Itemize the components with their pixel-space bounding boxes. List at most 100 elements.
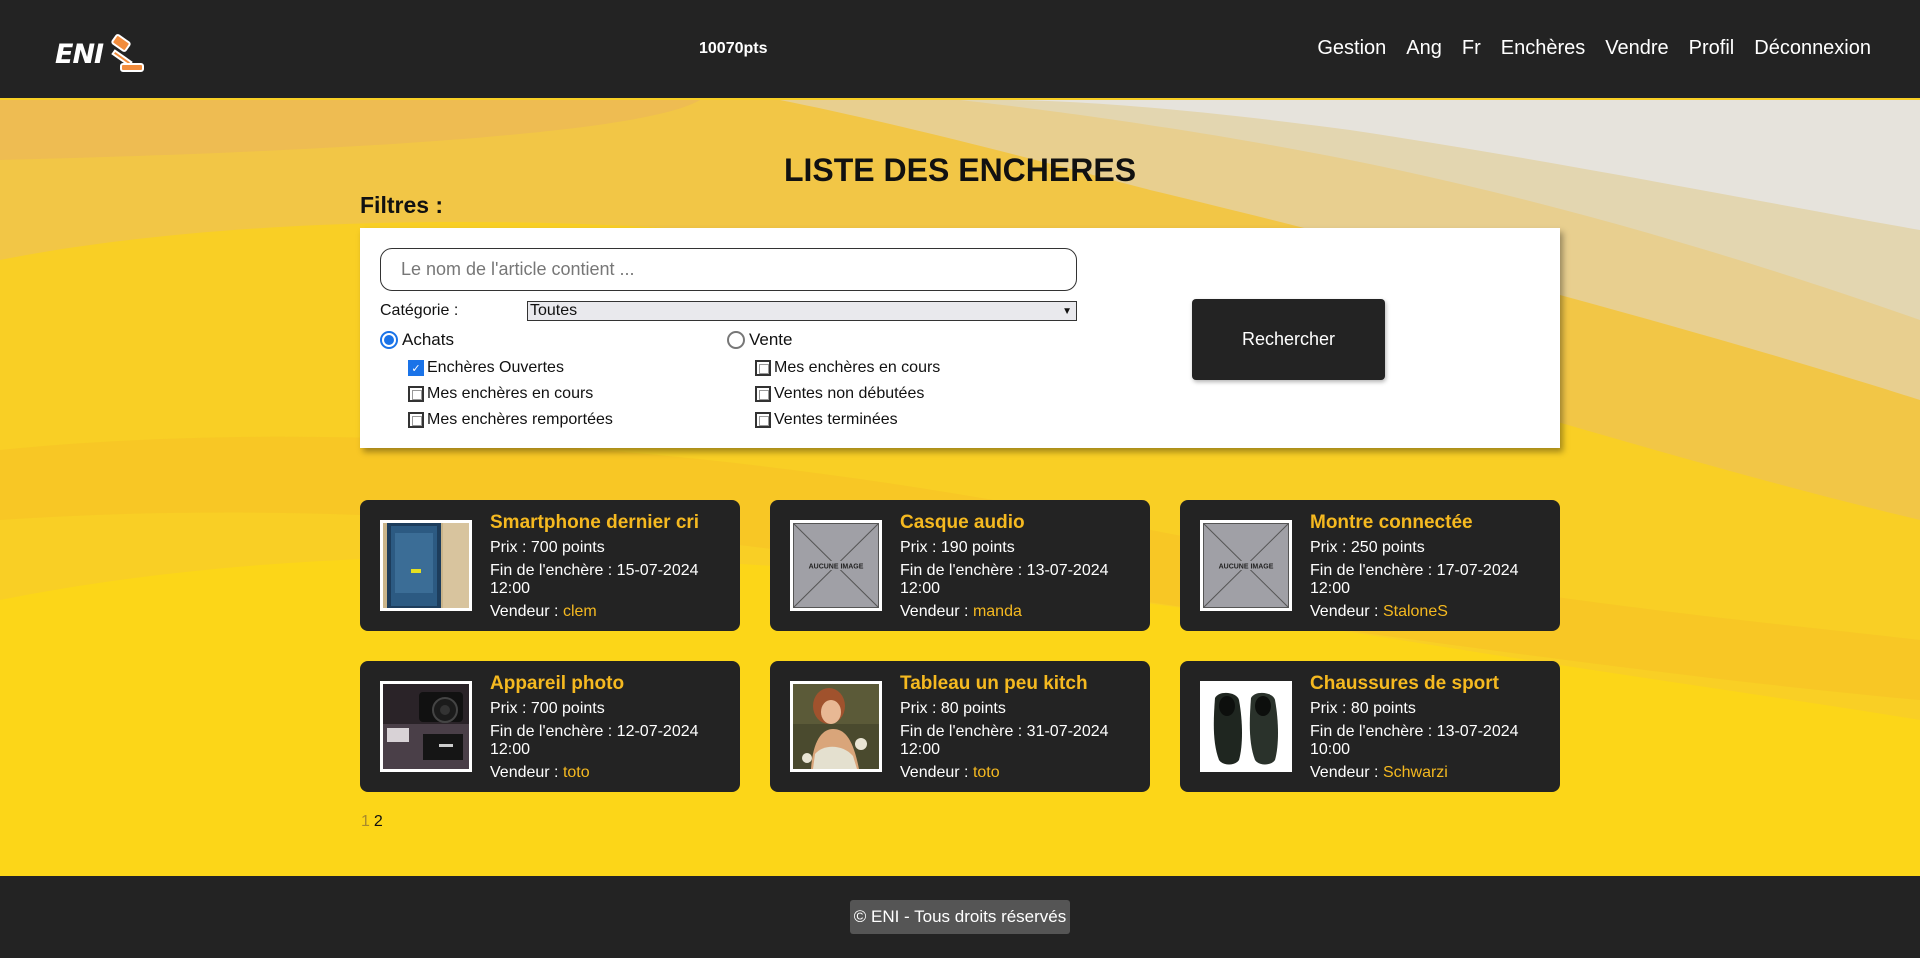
auction-price: Prix : 700 points xyxy=(490,700,605,717)
radio-vente[interactable]: Vente xyxy=(727,330,793,350)
seller-link[interactable]: Schwarzi xyxy=(1383,764,1448,781)
auction-title[interactable]: Chaussures de sport xyxy=(1310,673,1499,695)
auction-seller: Vendeur : manda xyxy=(900,603,1120,621)
seller-label: Vendeur : xyxy=(490,764,563,781)
shoes-image xyxy=(1203,684,1289,769)
checkbox-mes-encheres-en-cours[interactable]: Mes enchères en cours xyxy=(408,385,593,403)
no-image-placeholder: AUCUNE IMAGE xyxy=(1202,522,1290,609)
filter-panel: Catégorie : Toutes ▼ Achats ✓ Enchères O… xyxy=(360,228,1560,448)
nav-gestion[interactable]: Gestion xyxy=(1317,37,1386,60)
auction-title[interactable]: Casque audio xyxy=(900,512,1025,534)
auction-title[interactable]: Tableau un peu kitch xyxy=(900,673,1088,695)
radio-achats-label: Achats xyxy=(402,330,454,349)
checkbox-encheres-ouvertes-box[interactable]: ✓ xyxy=(408,360,424,376)
page-title: LISTE DES ENCHERES xyxy=(783,152,1137,188)
auction-end-date: Fin de l'enchère : 15-07-2024 12:00 xyxy=(490,562,699,597)
auction-price: Prix : 250 points xyxy=(1310,539,1425,556)
gavel-icon xyxy=(111,34,145,72)
radio-vente-dot[interactable] xyxy=(727,331,745,349)
copyright-notice: © ENI - Tous droits réservés xyxy=(850,900,1070,934)
auction-price: Prix : 190 points xyxy=(900,539,1015,556)
no-image-text: AUCUNE IMAGE xyxy=(1219,564,1274,571)
seller-label: Vendeur : xyxy=(1310,764,1383,781)
auction-card[interactable]: Appareil photo Prix : 700 points Fin de … xyxy=(360,661,740,792)
nav-vendre[interactable]: Vendre xyxy=(1605,37,1668,60)
checkbox-mes-encheres-remportees[interactable]: Mes enchères remportées xyxy=(408,411,613,429)
auction-title[interactable]: Montre connectée xyxy=(1310,512,1473,534)
user-points: 10070pts xyxy=(699,40,768,57)
auction-end-date: Fin de l'enchère : 17-07-2024 12:00 xyxy=(1310,562,1519,597)
checkbox-ventes-en-cours-box[interactable] xyxy=(755,360,771,376)
checkbox-ventes-non-debutees-box[interactable] xyxy=(755,386,771,402)
auction-title[interactable]: Appareil photo xyxy=(490,673,624,695)
no-image-placeholder: AUCUNE IMAGE xyxy=(792,522,880,609)
checkbox-ventes-terminees-box[interactable] xyxy=(755,412,771,428)
auction-thumbnail[interactable]: AUCUNE IMAGE xyxy=(790,520,882,611)
filters-heading: Filtres : xyxy=(360,192,444,218)
phone-image xyxy=(383,523,469,608)
checkbox-ventes-terminees[interactable]: Ventes terminées xyxy=(755,411,898,429)
seller-link[interactable]: toto xyxy=(973,764,1000,781)
radio-vente-label: Vente xyxy=(749,330,793,349)
nav-encheres[interactable]: Enchères xyxy=(1501,37,1586,60)
checkbox-encheres-ouvertes-label: Enchères Ouvertes xyxy=(427,359,564,376)
auction-seller: Vendeur : clem xyxy=(490,603,710,621)
checkbox-mes-encheres-remportees-label: Mes enchères remportées xyxy=(427,411,613,428)
auction-title[interactable]: Smartphone dernier cri xyxy=(490,512,699,534)
category-select[interactable]: Toutes ▼ xyxy=(527,301,1077,321)
nav-profil[interactable]: Profil xyxy=(1689,37,1735,60)
nav-deconnexion[interactable]: Déconnexion xyxy=(1754,37,1871,60)
auction-card[interactable]: AUCUNE IMAGE Casque audio Prix : 190 poi… xyxy=(770,500,1150,631)
top-navbar: ENI 10070pts Gestion Ang Fr Enchères Ven… xyxy=(0,0,1920,98)
auction-seller: Vendeur : Schwarzi xyxy=(1310,764,1530,782)
auction-card[interactable]: Chaussures de sport Prix : 80 points Fin… xyxy=(1180,661,1560,792)
chevron-down-icon: ▼ xyxy=(1062,305,1072,317)
nav-ang[interactable]: Ang xyxy=(1406,37,1442,60)
seller-label: Vendeur : xyxy=(1310,603,1383,620)
article-search-input[interactable] xyxy=(380,248,1077,291)
auction-thumbnail[interactable] xyxy=(790,681,882,772)
checkbox-encheres-ouvertes[interactable]: ✓ Enchères Ouvertes xyxy=(408,359,564,377)
auction-price: Prix : 80 points xyxy=(900,700,1006,717)
seller-link[interactable]: clem xyxy=(563,603,597,620)
checkbox-ventes-non-debutees-label: Ventes non débutées xyxy=(774,385,925,402)
radio-achats[interactable]: Achats xyxy=(380,330,454,350)
no-image-text: AUCUNE IMAGE xyxy=(809,564,864,571)
radio-achats-dot[interactable] xyxy=(380,331,398,349)
checkbox-mes-encheres-en-cours-box[interactable] xyxy=(408,386,424,402)
auction-card[interactable]: Tableau un peu kitch Prix : 80 points Fi… xyxy=(770,661,1150,792)
auction-card[interactable]: AUCUNE IMAGE Montre connectée Prix : 250… xyxy=(1180,500,1560,631)
checkbox-ventes-non-debutees[interactable]: Ventes non débutées xyxy=(755,385,924,403)
checkbox-ventes-en-cours-label: Mes enchères en cours xyxy=(774,359,941,376)
main-nav: Gestion Ang Fr Enchères Vendre Profil Dé… xyxy=(1317,37,1871,60)
site-logo[interactable]: ENI xyxy=(55,34,147,74)
auction-seller: Vendeur : toto xyxy=(900,764,1120,782)
auction-thumbnail[interactable]: AUCUNE IMAGE xyxy=(1200,520,1292,611)
seller-link[interactable]: StaloneS xyxy=(1383,603,1448,620)
seller-label: Vendeur : xyxy=(900,764,973,781)
seller-label: Vendeur : xyxy=(490,603,563,620)
auction-thumbnail[interactable] xyxy=(1200,681,1292,772)
site-footer: © ENI - Tous droits réservés xyxy=(0,876,1920,958)
page-current: 1 xyxy=(361,813,370,830)
auction-end-date: Fin de l'enchère : 13-07-2024 10:00 xyxy=(1310,723,1519,758)
category-selected-value: Toutes xyxy=(530,302,578,319)
category-label: Catégorie : xyxy=(380,302,459,319)
search-button[interactable]: Rechercher xyxy=(1192,299,1385,380)
seller-link[interactable]: toto xyxy=(563,764,590,781)
logo-text: ENI xyxy=(55,38,104,70)
auction-thumbnail[interactable] xyxy=(380,520,472,611)
page-link-2[interactable]: 2 xyxy=(374,813,383,830)
auction-card[interactable]: Smartphone dernier cri Prix : 700 points… xyxy=(360,500,740,631)
seller-link[interactable]: manda xyxy=(973,603,1022,620)
auction-end-date: Fin de l'enchère : 31-07-2024 12:00 xyxy=(900,723,1109,758)
checkbox-ventes-en-cours[interactable]: Mes enchères en cours xyxy=(755,359,940,377)
auction-end-date: Fin de l'enchère : 12-07-2024 12:00 xyxy=(490,723,699,758)
auction-thumbnail[interactable] xyxy=(380,681,472,772)
auction-price: Prix : 80 points xyxy=(1310,700,1416,717)
checkbox-mes-encheres-remportees-box[interactable] xyxy=(408,412,424,428)
camera-image xyxy=(383,684,469,769)
nav-fr[interactable]: Fr xyxy=(1462,37,1481,60)
auction-seller: Vendeur : StaloneS xyxy=(1310,603,1530,621)
painting-image xyxy=(793,684,879,769)
